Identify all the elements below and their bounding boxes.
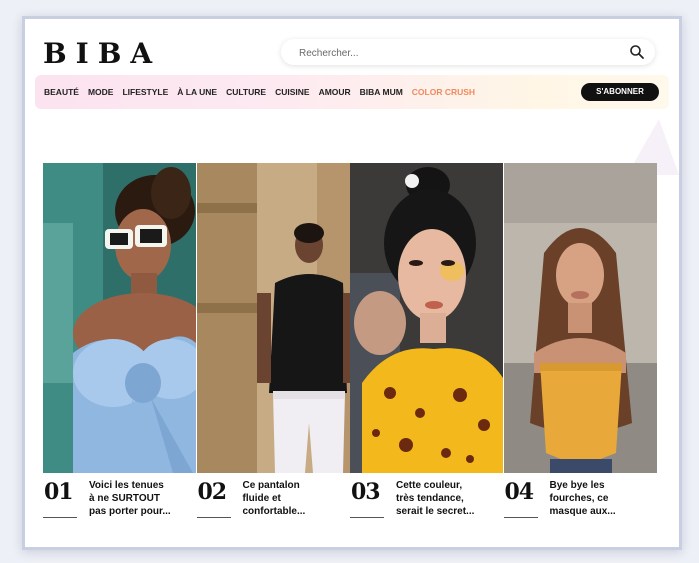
article-image-2[interactable] bbox=[196, 163, 350, 473]
article-title-line: Voici les tenues bbox=[89, 480, 164, 491]
article-number: 02 bbox=[197, 479, 228, 505]
article-title-line: fourches, ce bbox=[549, 493, 609, 504]
article-title-line: Bye bye les bbox=[549, 480, 605, 491]
article-title[interactable]: Voici les tenues à ne SURTOUT pas porter… bbox=[89, 479, 193, 518]
divider bbox=[43, 517, 77, 518]
article-caption-1[interactable]: 01 Voici les tenues à ne SURTOUT pas por… bbox=[43, 477, 196, 523]
divider bbox=[196, 517, 231, 518]
article-title-line: Ce pantalon bbox=[242, 480, 300, 491]
article-caption-3[interactable]: 03 Cette couleur, très tendance, serait … bbox=[350, 477, 503, 523]
nav-item-biba-mum[interactable]: BIBA MUM bbox=[360, 87, 403, 97]
article-card-3[interactable]: 03 Cette couleur, très tendance, serait … bbox=[350, 163, 504, 523]
site-header: BIBA BEAUTÉ MODE LIFESTYLE À LA UNE CULT… bbox=[25, 19, 679, 123]
article-title-line: confortable... bbox=[242, 506, 306, 517]
site-logo[interactable]: BIBA bbox=[43, 37, 161, 70]
search-bar[interactable] bbox=[281, 39, 655, 65]
article-grid: 01 Voici les tenues à ne SURTOUT pas por… bbox=[43, 163, 657, 523]
nav-item-a-la-une[interactable]: À LA UNE bbox=[177, 87, 217, 97]
nav-item-lifestyle[interactable]: LIFESTYLE bbox=[122, 87, 168, 97]
search-input[interactable] bbox=[297, 43, 601, 63]
article-card-2[interactable]: 02 Ce pantalon fluide et confortable... bbox=[196, 163, 351, 523]
article-number: 03 bbox=[351, 479, 381, 505]
article-card-4[interactable]: 04 Bye bye les fourches, ce masque aux..… bbox=[503, 163, 658, 523]
article-title[interactable]: Bye bye les fourches, ce masque aux... bbox=[550, 479, 654, 518]
article-caption-2[interactable]: 02 Ce pantalon fluide et confortable... bbox=[196, 477, 350, 523]
article-card-1[interactable]: 01 Voici les tenues à ne SURTOUT pas por… bbox=[43, 163, 197, 523]
nav-item-culture[interactable]: CULTURE bbox=[226, 87, 266, 97]
article-number: 01 bbox=[44, 479, 74, 505]
article-caption-4[interactable]: 04 Bye bye les fourches, ce masque aux..… bbox=[503, 477, 657, 523]
article-number: 04 bbox=[504, 479, 535, 505]
article-title-line: serait le secret... bbox=[396, 506, 475, 517]
nav-item-beaute[interactable]: BEAUTÉ bbox=[44, 87, 79, 97]
browser-frame: BIBA BEAUTÉ MODE LIFESTYLE À LA UNE CULT… bbox=[22, 16, 682, 550]
article-title-line: très tendance, bbox=[396, 493, 464, 504]
subscribe-button[interactable]: S'ABONNER bbox=[581, 83, 659, 101]
divider bbox=[503, 517, 538, 518]
divider bbox=[350, 517, 384, 518]
nav-item-cuisine[interactable]: CUISINE bbox=[275, 87, 309, 97]
article-title-line: Cette couleur, bbox=[396, 480, 463, 491]
nav-list: BEAUTÉ MODE LIFESTYLE À LA UNE CULTURE C… bbox=[44, 75, 475, 109]
article-image-4[interactable] bbox=[503, 163, 657, 473]
article-title[interactable]: Cette couleur, très tendance, serait le … bbox=[396, 479, 500, 518]
article-title-line: masque aux... bbox=[549, 506, 616, 517]
article-title-line: à ne SURTOUT bbox=[89, 493, 160, 504]
article-title-line: fluide et bbox=[242, 493, 281, 504]
article-title-line: pas porter pour... bbox=[89, 506, 171, 517]
nav-item-mode[interactable]: MODE bbox=[88, 87, 114, 97]
nav-item-amour[interactable]: AMOUR bbox=[319, 87, 351, 97]
article-image-3[interactable] bbox=[350, 163, 503, 473]
nav-item-color-crush[interactable]: COLOR CRUSH bbox=[412, 87, 475, 97]
search-icon[interactable] bbox=[629, 44, 645, 60]
article-title[interactable]: Ce pantalon fluide et confortable... bbox=[243, 479, 347, 518]
main-nav: BEAUTÉ MODE LIFESTYLE À LA UNE CULTURE C… bbox=[35, 75, 669, 109]
article-image-1[interactable] bbox=[43, 163, 196, 473]
